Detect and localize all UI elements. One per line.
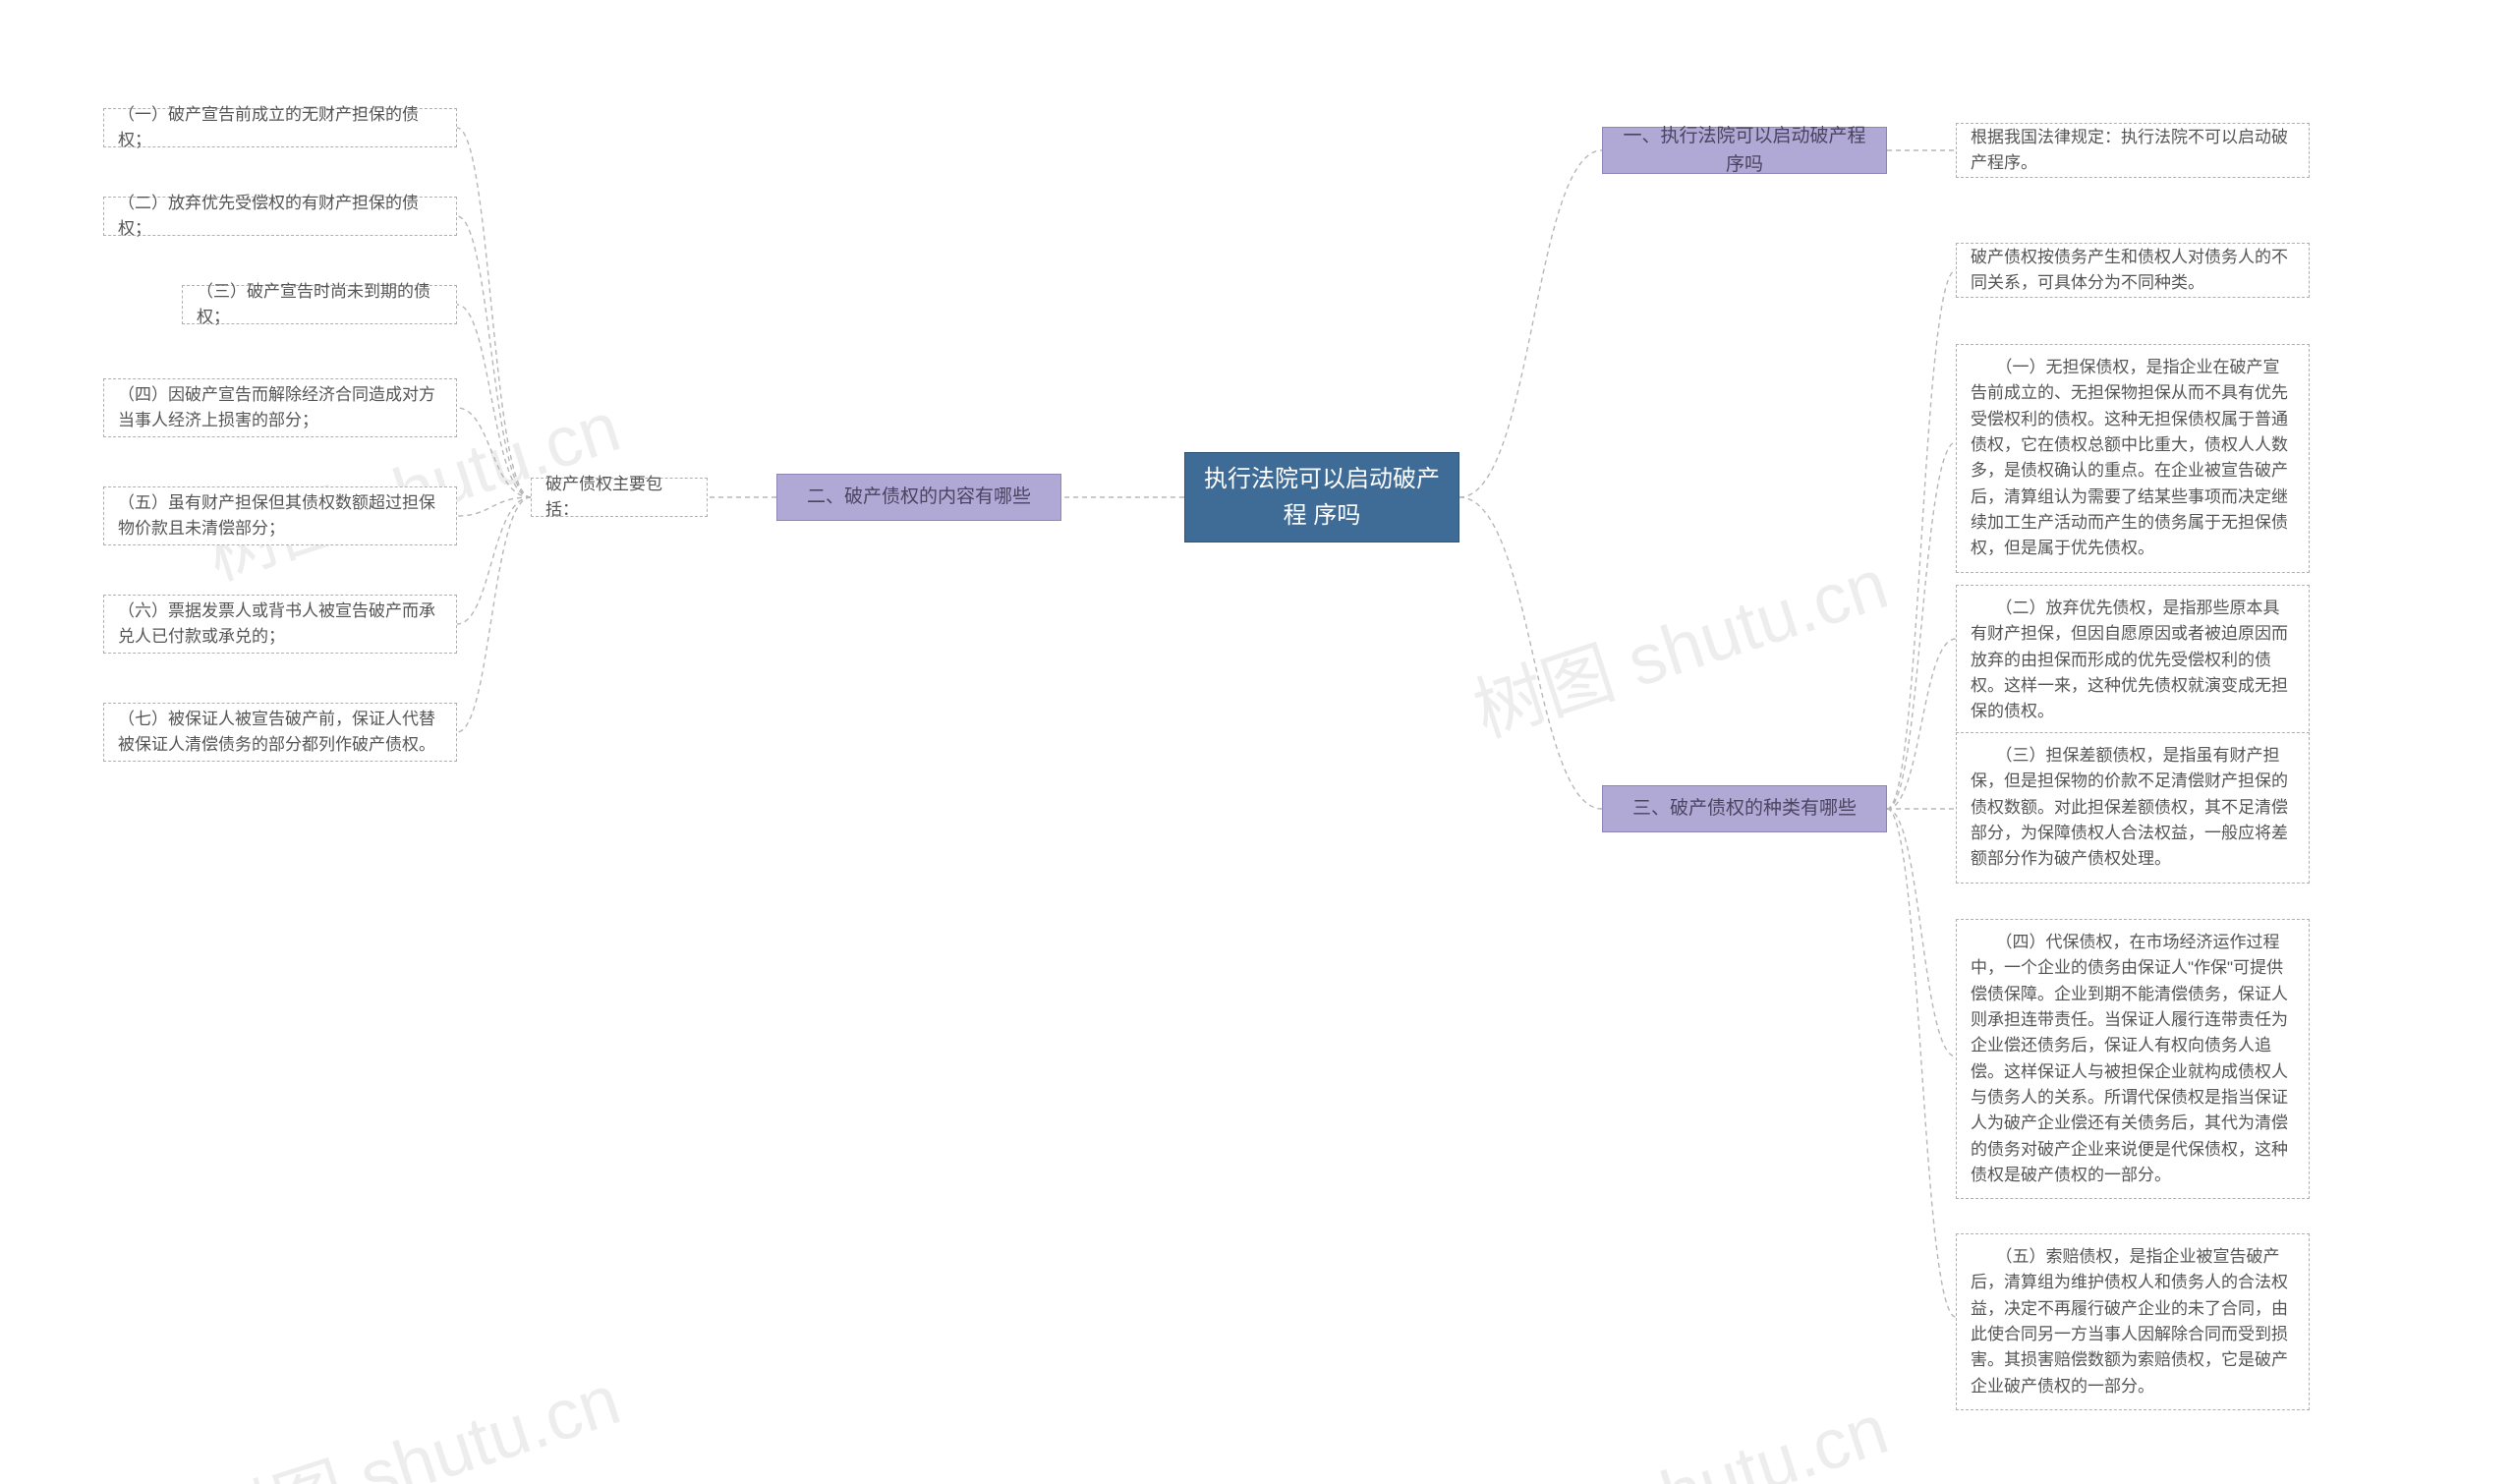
branch-2-sub[interactable]: 破产债权主要包括： <box>531 478 708 517</box>
branch-3-item-text: （五）索赔债权，是指企业被宣告破产后，清算组为维护债权人和债务人的合法权益，决定… <box>1971 1244 2295 1399</box>
branch-3-item[interactable]: （二）放弃优先债权，是指那些原本具有财产担保，但因自愿原因或者被迫原因而放弃的由… <box>1956 585 2310 736</box>
branch-3-intro[interactable]: 破产债权按债务产生和债权人对债务人的不同关系，可具体分为不同种类。 <box>1956 243 2310 298</box>
root-node[interactable]: 执行法院可以启动破产程 序吗 <box>1184 452 1459 542</box>
branch-3-item-text: （三）担保差额债权，是指虽有财产担保，但是担保物的价款不足清偿财产担保的债权数额… <box>1971 743 2295 873</box>
branch-1-label: 一、执行法院可以启动破产程序吗 <box>1617 122 1872 180</box>
branch-3-item[interactable]: （一）无担保债权，是指企业在破产宣告前成立的、无担保物担保从而不具有优先受偿权利… <box>1956 344 2310 573</box>
root-title: 执行法院可以启动破产程 序吗 <box>1199 461 1445 534</box>
branch-2-item[interactable]: （七）被保证人被宣告破产前，保证人代替被保证人清偿债务的部分都列作破产债权。 <box>103 703 457 762</box>
branch-2[interactable]: 二、破产债权的内容有哪些 <box>776 474 1061 521</box>
branch-3-item-text: （四）代保债权，在市场经济运作过程中，一个企业的债务由保证人"作保"可提供偿债保… <box>1971 930 2295 1188</box>
branch-3-label: 三、破产债权的种类有哪些 <box>1632 794 1857 823</box>
branch-2-item-text: （二）放弃优先受偿权的有财产担保的债权； <box>118 191 442 243</box>
branch-3-item[interactable]: （三）担保差额债权，是指虽有财产担保，但是担保物的价款不足清偿财产担保的债权数额… <box>1956 732 2310 884</box>
branch-2-item-text: （七）被保证人被宣告破产前，保证人代替被保证人清偿债务的部分都列作破产债权。 <box>118 707 442 759</box>
branch-2-item[interactable]: （二）放弃优先受偿权的有财产担保的债权； <box>103 197 457 236</box>
branch-2-item[interactable]: （三）破产宣告时尚未到期的债权； <box>182 285 457 324</box>
branch-2-item-text: （五）虽有财产担保但其债权数额超过担保物价款且未清偿部分； <box>118 490 442 542</box>
branch-3-item-text: （二）放弃优先债权，是指那些原本具有财产担保，但因自愿原因或者被迫原因而放弃的由… <box>1971 596 2295 725</box>
branch-2-item-text: （一）破产宣告前成立的无财产担保的债权； <box>118 102 442 154</box>
watermark: 树图 shutu.cn <box>1458 1371 1898 1484</box>
branch-3-item[interactable]: （四）代保债权，在市场经济运作过程中，一个企业的债务由保证人"作保"可提供偿债保… <box>1956 919 2310 1199</box>
branch-2-item[interactable]: （五）虽有财产担保但其债权数额超过担保物价款且未清偿部分； <box>103 486 457 545</box>
branch-2-sub-label: 破产债权主要包括： <box>545 472 693 524</box>
branch-2-item-text: （四）因破产宣告而解除经济合同造成对方当事人经济上损害的部分； <box>118 382 442 434</box>
watermark: 树图 shutu.cn <box>191 1341 630 1484</box>
branch-2-label: 二、破产债权的内容有哪些 <box>807 483 1031 511</box>
branch-1-leaf-text: 根据我国法律规定：执行法院不可以启动破产程序。 <box>1971 125 2295 177</box>
branch-2-item-text: （三）破产宣告时尚未到期的债权； <box>197 279 442 331</box>
branch-1-leaf[interactable]: 根据我国法律规定：执行法院不可以启动破产程序。 <box>1956 123 2310 178</box>
branch-2-item[interactable]: （六）票据发票人或背书人被宣告破产而承兑人已付款或承兑的； <box>103 595 457 654</box>
branch-3-item[interactable]: （五）索赔债权，是指企业被宣告破产后，清算组为维护债权人和债务人的合法权益，决定… <box>1956 1233 2310 1410</box>
branch-1[interactable]: 一、执行法院可以启动破产程序吗 <box>1602 127 1887 174</box>
branch-3[interactable]: 三、破产债权的种类有哪些 <box>1602 785 1887 832</box>
branch-3-intro-text: 破产债权按债务产生和债权人对债务人的不同关系，可具体分为不同种类。 <box>1971 245 2295 297</box>
branch-3-item-text: （一）无担保债权，是指企业在破产宣告前成立的、无担保物担保从而不具有优先受偿权利… <box>1971 355 2295 562</box>
branch-2-item[interactable]: （一）破产宣告前成立的无财产担保的债权； <box>103 108 457 147</box>
branch-2-item-text: （六）票据发票人或背书人被宣告破产而承兑人已付款或承兑的； <box>118 599 442 651</box>
branch-2-item[interactable]: （四）因破产宣告而解除经济合同造成对方当事人经济上损害的部分； <box>103 378 457 437</box>
watermark: 树图 shutu.cn <box>1458 526 1898 757</box>
